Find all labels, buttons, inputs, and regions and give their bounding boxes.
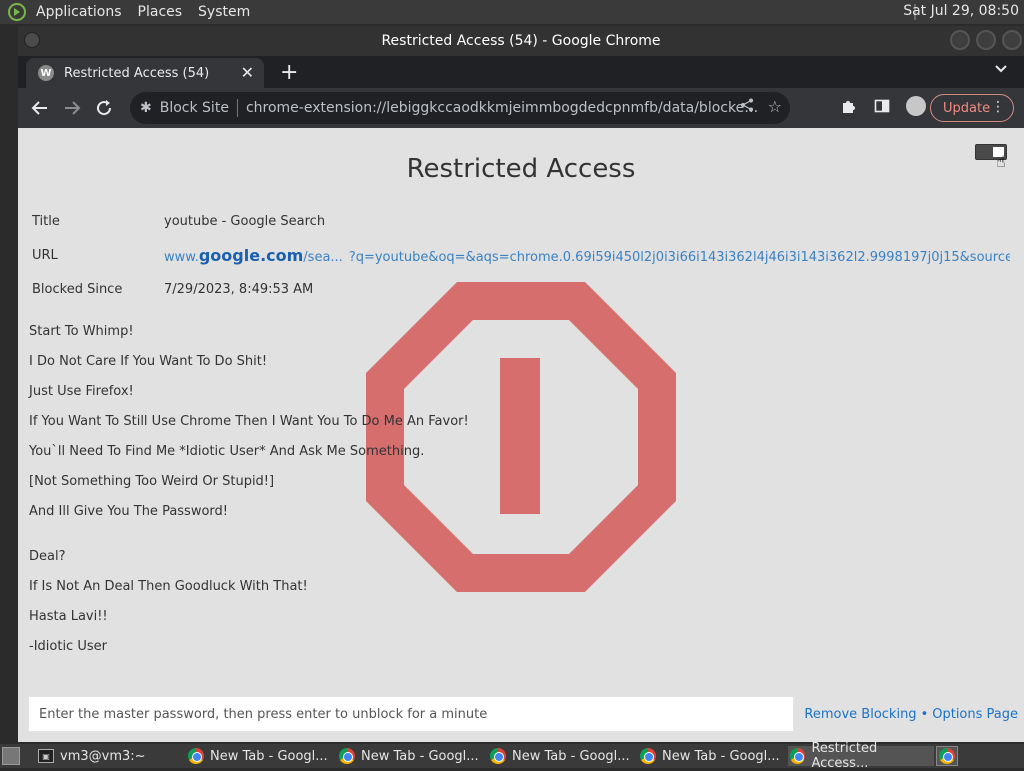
message-line: I Do Not Care If You Want To Do Shit! (29, 354, 268, 369)
url-domain: google.com (198, 245, 304, 265)
info-row-url: URL www. google.com/sea... ?q=youtube&oq=&… (32, 238, 1010, 272)
forward-arrow-icon[interactable] (60, 96, 84, 120)
side-panel-icon[interactable] (872, 96, 892, 116)
info-row-title: Title youtube - Google Search (32, 204, 1010, 238)
url-prefix: www. (164, 249, 199, 265)
message-line: Hasta Lavi!! (29, 609, 108, 624)
message-line: Deal? (29, 549, 66, 564)
taskbar-item-chrome-active[interactable]: Restricted Access... (788, 741, 934, 771)
address-url-text[interactable]: chrome-extension://lebiggkccaodkkmjeimmb… (246, 100, 766, 116)
taskbar-item-label: New Tab - Googl... (361, 748, 479, 764)
menu-applications[interactable]: Applications (36, 4, 122, 20)
message-line: And Ill Give You The Password! (29, 504, 228, 519)
window-menu-button[interactable] (24, 32, 40, 48)
terminal-icon: ▣ (38, 749, 54, 763)
tray-chrome-icon[interactable] (936, 746, 958, 766)
message-line: If You Want To Still Use Chrome Then I W… (29, 414, 469, 429)
top-panel: Applications Places System Sat Jul 29, 0… (0, 0, 1024, 24)
share-icon[interactable] (740, 98, 754, 116)
info-value-title: youtube - Google Search (164, 213, 326, 229)
tab-search-chevron-icon[interactable] (994, 62, 1008, 78)
taskbar-item-label: vm3@vm3:~ (60, 748, 146, 764)
blocked-url-link[interactable]: www. google.com/sea... ?q=youtube&oq=&aqs=… (164, 246, 1010, 265)
bottom-taskbar: ▣ vm3@vm3:~ New Tab - Googl... New Tab -… (0, 741, 1024, 771)
maximize-button[interactable] (976, 30, 996, 50)
tab-strip: W Restricted Access (54) ✕ + (18, 56, 1024, 88)
chrome-icon (640, 748, 656, 764)
message-line: You`ll Need To Find Me *Idiotic User* An… (29, 444, 425, 459)
taskbar-item-chrome[interactable]: New Tab - Googl... (188, 746, 336, 766)
menu-places[interactable]: Places (138, 4, 183, 20)
chrome-icon (339, 748, 355, 764)
options-page-link[interactable]: Options Page (932, 707, 1018, 722)
tab-title: Restricted Access (54) (64, 65, 210, 81)
message-line: -Idiotic User (29, 639, 107, 654)
taskbar-item-label: New Tab - Googl... (662, 748, 780, 764)
extension-puzzle-icon: ✱ (140, 100, 152, 116)
master-password-input[interactable] (28, 696, 795, 732)
window-titlebar[interactable]: Restricted Access (54) - Google Chrome (18, 26, 1024, 56)
taskbar-item-label: New Tab - Googl... (210, 748, 328, 764)
url-path: /sea... (303, 249, 343, 265)
link-separator: • (920, 706, 929, 722)
message-line: If Is Not An Deal Then Goodluck With Tha… (29, 579, 308, 594)
chrome-icon (790, 748, 806, 764)
tab-restricted-access[interactable]: W Restricted Access (54) ✕ (26, 58, 264, 88)
hand-cursor-icon: ☝ (996, 152, 1006, 171)
bookmark-star-icon[interactable]: ☆ (768, 97, 782, 116)
reload-icon[interactable] (92, 96, 116, 120)
menu-system[interactable]: System (198, 4, 250, 20)
profile-avatar-icon[interactable] (906, 96, 926, 116)
browser-toolbar: ✱ Block Site chrome-extension://lebiggkc… (18, 88, 1024, 128)
clock[interactable]: Sat Jul 29, 08:50 (903, 3, 1019, 19)
taskbar-item-chrome[interactable]: New Tab - Googl... (339, 746, 487, 766)
remove-blocking-link[interactable]: Remove Blocking (804, 707, 916, 722)
window-title: Restricted Access (54) - Google Chrome (381, 33, 661, 49)
omnibox-extension-chip: Block Site (159, 100, 229, 116)
chrome-icon (490, 748, 506, 764)
message-line: Start To Whimp! (29, 324, 134, 339)
message-line: Just Use Firefox! (29, 384, 134, 399)
custom-message: Start To Whimp! I Do Not Care If You Wan… (29, 324, 469, 669)
tab-favicon-icon: W (38, 65, 54, 81)
message-line: [Not Something Too Weird Or Stupid!] (29, 474, 275, 489)
info-value-blocked-since: 7/29/2023, 8:49:53 AM (164, 281, 314, 297)
footer-links: Remove Blocking • Options Page (804, 707, 1018, 722)
url-query: ?q=youtube&oq=&aqs=chrome.0.69i59i450l2j… (348, 249, 1010, 265)
info-key: Blocked Since (32, 281, 123, 297)
info-key: Title (32, 213, 60, 229)
chrome-window: Restricted Access (54) - Google Chrome W… (18, 26, 1024, 742)
chrome-icon (939, 748, 955, 764)
taskbar-item-label: Restricted Access... (811, 741, 878, 771)
taskbar-item-label: New Tab - Googl... (512, 748, 630, 764)
update-label: Update (943, 100, 991, 116)
close-window-button[interactable] (1002, 30, 1022, 50)
omnibox-divider (236, 99, 238, 117)
unblock-footer: Remove Blocking • Options Page (28, 696, 1018, 732)
minimize-button[interactable] (950, 30, 970, 50)
blocked-page: Restricted Access ☝ Title youtube - Goog… (18, 128, 1024, 742)
tab-close-icon[interactable]: ✕ (241, 63, 254, 82)
show-desktop-icon[interactable] (2, 747, 20, 765)
page-title: Restricted Access (406, 154, 636, 184)
taskbar-item-chrome[interactable]: New Tab - Googl... (640, 746, 786, 766)
taskbar-item-chrome[interactable]: New Tab - Googl... (490, 746, 638, 766)
info-key: URL (32, 247, 58, 263)
chrome-icon (188, 748, 204, 764)
back-arrow-icon[interactable] (28, 96, 52, 120)
address-bar[interactable]: ✱ Block Site chrome-extension://lebiggkc… (130, 92, 790, 124)
extensions-puzzle-icon[interactable] (838, 96, 858, 116)
update-button[interactable]: Update ⋮ (930, 94, 1014, 122)
distro-logo-icon[interactable] (6, 1, 28, 23)
taskbar-item-terminal[interactable]: ▣ vm3@vm3:~ (38, 746, 184, 766)
new-tab-plus-icon[interactable]: + (280, 60, 298, 85)
chrome-menu-kebab-icon[interactable]: ⋮ (991, 99, 1005, 115)
